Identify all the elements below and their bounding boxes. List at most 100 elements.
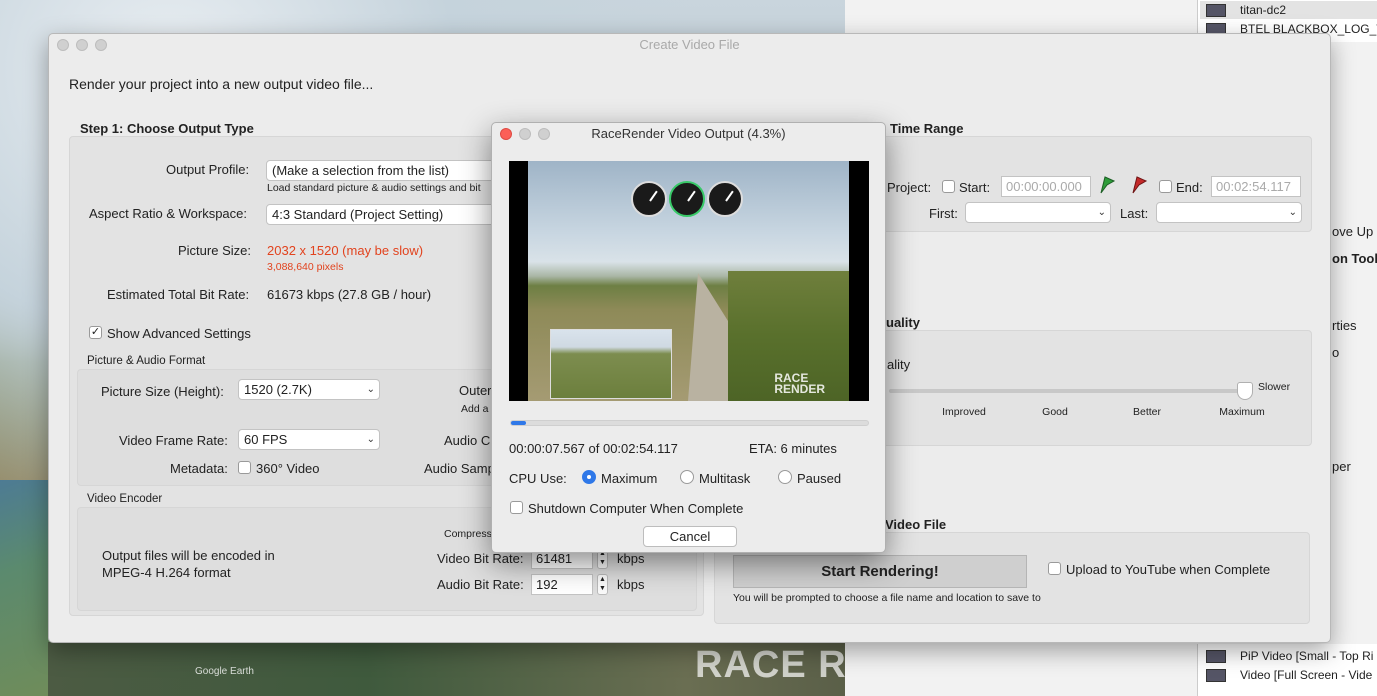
video-preview: RACE RENDER — [509, 161, 869, 401]
gauge-icon — [631, 181, 667, 217]
time-range-title: Time Range — [890, 121, 964, 136]
encoder-text-line1: Output files will be encoded in — [102, 548, 275, 563]
aspect-label: Aspect Ratio & Workspace: — [89, 206, 247, 221]
layer-list-item[interactable]: PiP Video [Small - Top Ri — [1200, 647, 1377, 665]
youtube-checkbox[interactable] — [1048, 562, 1061, 575]
cancel-button[interactable]: Cancel — [643, 526, 737, 547]
aspect-select[interactable]: 4:3 Standard (Project Setting) — [266, 204, 496, 225]
layer-label: Video [Full Screen - Vide — [1240, 668, 1373, 682]
quality-tick: Good — [1042, 406, 1068, 418]
move-up-fragment[interactable]: ove Up — [1332, 224, 1373, 239]
shutdown-label: Shutdown Computer When Complete — [528, 501, 744, 516]
render-progress-bar — [510, 420, 869, 426]
fps-select[interactable]: 60 FPS ⌄ — [238, 429, 380, 450]
cpu-use-label: CPU Use: — [509, 471, 567, 486]
chevron-down-icon: ⌄ — [366, 434, 375, 445]
quality-tick: Better — [1132, 406, 1162, 418]
layer-list-item[interactable]: Video [Full Screen - Vide — [1200, 666, 1377, 684]
metadata-label: Metadata: — [170, 461, 228, 476]
encoder-section-title: Video Encoder — [87, 493, 163, 505]
start-checkbox[interactable] — [942, 180, 955, 193]
fps-label: Video Frame Rate: — [119, 433, 228, 448]
picture-size-value: 2032 x 1520 (may be slow) — [267, 243, 424, 258]
video-logo: RACE RENDER — [774, 372, 825, 396]
zoom-window-button[interactable] — [538, 128, 550, 140]
advanced-label: Show Advanced Settings — [107, 326, 251, 341]
video-bitrate-label: Video Bit Rate: — [437, 551, 524, 566]
gauge-icon — [707, 181, 743, 217]
output-profile-select[interactable]: (Make a selection from the list) — [266, 160, 496, 181]
layer-label: PiP Video [Small - Top Ri — [1240, 649, 1374, 663]
close-window-button[interactable] — [57, 39, 69, 51]
first-label: First: — [929, 206, 958, 221]
vr-checkbox[interactable] — [238, 461, 251, 474]
tool-fragment: on Tool — [1332, 251, 1377, 266]
cpu-paused-label: Paused — [797, 471, 842, 486]
gauge-icon — [669, 181, 705, 217]
render-progress-window: RaceRender Video Output (4.3%) RACE RENDE… — [491, 122, 886, 553]
project-label: Project: — [887, 180, 932, 195]
audio-bitrate-field[interactable]: 192 — [531, 574, 593, 595]
bitrate-label: Estimated Total Bit Rate: — [107, 287, 250, 302]
shutdown-checkbox[interactable] — [510, 501, 523, 514]
quality-tick: Improved — [942, 406, 986, 418]
start-flag-icon[interactable] — [1099, 176, 1115, 194]
picture-size-label: Picture Size: — [178, 243, 251, 258]
video-file-hint: You will be prompted to choose a file na… — [733, 592, 1041, 604]
end-flag-icon[interactable] — [1131, 176, 1147, 194]
video-logo-line2: RENDER — [774, 382, 825, 396]
cpu-multitask-radio[interactable] — [680, 470, 694, 484]
cpu-maximum-label: Maximum — [601, 471, 658, 486]
layer-thumbnail — [1206, 649, 1226, 663]
end-time-field[interactable]: 00:02:54.117 — [1211, 176, 1301, 197]
cpu-paused-radio[interactable] — [778, 470, 792, 484]
render-eta-text: ETA: 6 minutes — [749, 441, 837, 456]
dialog-intro: Render your project into a new output vi… — [69, 76, 374, 92]
audio-channels-label: Audio Ch — [444, 433, 498, 448]
minimize-window-button[interactable] — [519, 128, 531, 140]
close-window-button[interactable] — [500, 128, 512, 140]
end-checkbox[interactable] — [1159, 180, 1172, 193]
video-pip-inset — [550, 329, 672, 399]
quality-slower-label: Slower — [1258, 381, 1291, 393]
bitrate-value: 61673 kbps (27.8 GB / hour) — [267, 287, 432, 302]
step1-title: Step 1: Choose Output Type — [80, 121, 254, 136]
chevron-down-icon: ⌄ — [1097, 207, 1106, 218]
quality-slider-track[interactable] — [889, 389, 1245, 393]
cpu-maximum-radio[interactable] — [582, 470, 596, 484]
height-select[interactable]: 1520 (2.7K) ⌄ — [238, 379, 380, 400]
quality-tick: Maximum — [1219, 406, 1265, 418]
layer-thumbnail — [1206, 668, 1226, 682]
audio-bitrate-stepper[interactable]: ▲ ▼ — [597, 574, 608, 595]
height-label: Picture Size (Height): — [101, 384, 224, 399]
chevron-down-icon: ⌄ — [1288, 207, 1297, 218]
zoom-window-button[interactable] — [95, 39, 107, 51]
layer-label: titan-dc2 — [1240, 3, 1287, 17]
properties-fragment[interactable]: rties — [1332, 318, 1357, 333]
last-select[interactable]: ⌄ — [1156, 202, 1302, 223]
youtube-label: Upload to YouTube when Complete — [1066, 562, 1271, 577]
end-label: End: — [1176, 180, 1203, 195]
audio-sample-label: Audio Samp — [424, 461, 495, 476]
fps-value: 60 FPS — [244, 432, 288, 447]
text-fragment: o — [1332, 345, 1340, 360]
output-profile-hint: Load standard picture & audio settings a… — [267, 182, 481, 194]
start-time-field[interactable]: 00:00:00.000 — [1001, 176, 1091, 197]
cpu-multitask-label: Multitask — [699, 471, 751, 486]
first-select[interactable]: ⌄ — [965, 202, 1111, 223]
layer-list-item[interactable]: titan-dc2 — [1200, 1, 1377, 19]
render-progress-fill — [511, 421, 527, 425]
video-bitrate-unit: kbps — [617, 551, 645, 566]
chevron-down-icon: ⌄ — [366, 384, 375, 395]
text-fragment: per — [1332, 459, 1351, 474]
encoder-text-line2: MPEG-4 H.264 format — [102, 565, 231, 580]
advanced-checkbox[interactable]: ✓ — [89, 326, 102, 339]
render-window-title: RaceRender Video Output (4.3%) — [591, 126, 786, 141]
start-rendering-button[interactable]: Start Rendering! — [733, 555, 1027, 588]
google-earth-credit: Google Earth — [195, 666, 254, 677]
outer-label: Outer — [459, 383, 492, 398]
minimize-window-button[interactable] — [76, 39, 88, 51]
quality-slider-thumb[interactable] — [1237, 382, 1253, 400]
quality-title: uality — [886, 315, 920, 330]
render-titlebar: RaceRender Video Output (4.3%) — [492, 123, 885, 145]
